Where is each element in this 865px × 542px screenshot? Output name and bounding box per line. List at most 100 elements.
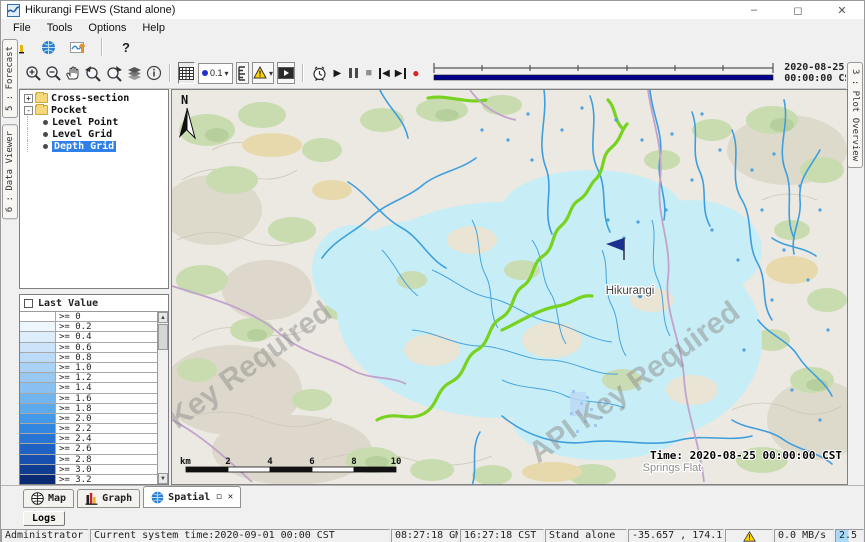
scroll-up-icon[interactable]: ▲ <box>158 312 168 323</box>
scroll-down-icon[interactable]: ▼ <box>158 473 168 484</box>
pan-hand-icon[interactable] <box>65 62 81 84</box>
time-slider[interactable] <box>431 62 776 85</box>
movie-player-button[interactable] <box>277 62 295 84</box>
info-icon[interactable] <box>146 62 162 84</box>
logs-button[interactable]: Logs <box>23 511 65 526</box>
legend-row[interactable]: >= 0.6 <box>20 343 157 353</box>
legend-row[interactable]: >= 0 <box>20 312 157 322</box>
locality-label: Springs Flat <box>643 462 702 474</box>
legend-row[interactable]: >= 0.4 <box>20 332 157 342</box>
status-local-time: 16:27:18 CST <box>460 529 544 542</box>
status-warning-cell[interactable] <box>725 529 773 542</box>
tab-spatial[interactable]: Spatial ◻ ✕ <box>143 486 241 508</box>
tree-item-label: Cross-section <box>51 93 129 104</box>
legend-row[interactable]: >= 1.0 <box>20 363 157 373</box>
legend-row[interactable]: >= 1.8 <box>20 404 157 414</box>
legend-row[interactable]: >= 1.2 <box>20 373 157 383</box>
legend-row[interactable]: >= 0.8 <box>20 353 157 363</box>
zoom-out-icon[interactable] <box>45 62 62 84</box>
left-panel: + Cross-section - PocketLevel PointLevel Gr… <box>19 89 169 485</box>
legend-threshold-label: >= 0.6 <box>56 343 92 352</box>
legend-threshold-label: >= 1.8 <box>56 404 92 413</box>
legend-row[interactable]: >= 2.0 <box>20 414 157 424</box>
title-bar: Hikurangi FEWS (Stand alone) – ◻ ✕ <box>1 1 864 19</box>
legend-row[interactable]: >= 2.2 <box>20 424 157 434</box>
legend-color-swatch <box>20 434 56 443</box>
tree-item-level-point[interactable]: Level Point <box>22 116 168 128</box>
record-button[interactable]: ● <box>410 62 423 84</box>
tab-map[interactable]: Map <box>23 489 74 508</box>
map-canvas[interactable]: API Key Required API Key Required Hikura… <box>171 89 848 485</box>
skip-to-start-button[interactable]: ◀ <box>378 62 391 84</box>
tree-item-level-grid[interactable]: Level Grid <box>22 128 168 140</box>
legend-row[interactable]: >= 2.6 <box>20 444 157 454</box>
legend-title: Last Value <box>38 298 98 309</box>
status-user: Administrator <box>1 529 89 542</box>
skip-to-end-button[interactable]: ▶ <box>394 62 407 84</box>
zoom-in-icon[interactable] <box>25 62 42 84</box>
warning-dropdown-button[interactable]: ▾ <box>252 62 274 84</box>
menu-item-options[interactable]: Options <box>80 22 134 34</box>
timeseries-icon[interactable] <box>67 36 89 58</box>
bullet-icon <box>43 120 48 125</box>
tree-item-depth-grid[interactable]: Depth Grid <box>22 140 168 152</box>
tab-graph[interactable]: Graph <box>77 489 140 508</box>
legend-color-swatch <box>20 455 56 464</box>
side-tab--data-viewer[interactable]: 6 : Data Viewer <box>2 124 18 219</box>
legend-row[interactable]: >= 2.8 <box>20 455 157 465</box>
tree-item-label: Pocket <box>51 105 87 116</box>
legend-row[interactable]: >= 3.0 <box>20 465 157 475</box>
right-tab-strip: 3 : Plot Overview <box>846 58 864 485</box>
scroll-thumb[interactable] <box>158 324 168 350</box>
legend-color-swatch <box>20 383 56 392</box>
tree-expander-icon[interactable]: + <box>24 94 33 103</box>
bottom-tab-bar: Map Graph Spatial ◻ ✕ <box>1 485 864 508</box>
legend-scrollbar[interactable]: ▲ ▼ <box>157 312 168 484</box>
side-tab--plot-overview[interactable]: 3 : Plot Overview <box>847 62 863 168</box>
menu-item-help[interactable]: Help <box>134 22 173 34</box>
point-size-dropdown[interactable]: 0.1 ▾ <box>198 63 233 84</box>
animation-clock-icon[interactable] <box>311 62 328 84</box>
menu-item-tools[interactable]: Tools <box>39 22 81 34</box>
menu-item-file[interactable]: File <box>5 22 39 34</box>
app-logo-icon <box>7 4 20 17</box>
legend-row[interactable]: >= 1.4 <box>20 383 157 393</box>
legend-row[interactable]: >= 2.4 <box>20 434 157 444</box>
svg-text:N: N <box>181 93 188 107</box>
bullet-icon <box>43 144 48 149</box>
tree-connector <box>27 116 41 128</box>
scale-tick-label: 2 <box>225 457 230 467</box>
tab-close-icon[interactable]: ✕ <box>228 492 233 502</box>
tree-item-cross-section[interactable]: + Cross-section <box>22 92 168 104</box>
folder-icon <box>35 93 48 103</box>
play-button[interactable]: ▶ <box>331 62 344 84</box>
grid-toggle-button[interactable] <box>178 62 195 84</box>
scalebar-toggle-button[interactable] <box>236 62 250 84</box>
help-button[interactable]: ? <box>115 36 137 58</box>
stop-button[interactable]: ■ <box>362 62 375 84</box>
legend-row[interactable]: >= 0.2 <box>20 322 157 332</box>
tree-expander-icon[interactable]: - <box>24 106 33 115</box>
maximize-button[interactable]: ◻ <box>776 1 820 19</box>
minimize-button[interactable]: – <box>732 1 776 19</box>
legend-row[interactable]: >= 3.2 <box>20 475 157 484</box>
zoom-next-icon[interactable] <box>105 62 123 84</box>
toolbar-separator <box>101 38 103 56</box>
close-button[interactable]: ✕ <box>820 1 864 19</box>
zoom-previous-icon[interactable] <box>84 62 102 84</box>
side-tab--forecast[interactable]: 5 : Forecast <box>2 39 18 118</box>
tab-spatial-label: Spatial <box>168 492 210 503</box>
tree-item-label: Level Point <box>52 117 118 128</box>
spatial-display-icon[interactable] <box>37 36 59 58</box>
layers-icon[interactable] <box>126 62 143 84</box>
legend-row[interactable]: >= 1.6 <box>20 394 157 404</box>
last-value-checkbox[interactable] <box>24 299 33 308</box>
legend-color-swatch <box>20 444 56 453</box>
legend-threshold-label: >= 2.0 <box>56 414 92 423</box>
scale-tick-label: 8 <box>351 457 356 467</box>
tree-item-pocket[interactable]: - Pocket <box>22 104 168 116</box>
left-tab-strip: 5 : Forecast 6 : Data Viewer <box>1 39 19 485</box>
pause-button[interactable] <box>347 62 360 84</box>
tab-maximize-icon[interactable]: ◻ <box>216 492 221 502</box>
legend-color-swatch <box>20 465 56 474</box>
